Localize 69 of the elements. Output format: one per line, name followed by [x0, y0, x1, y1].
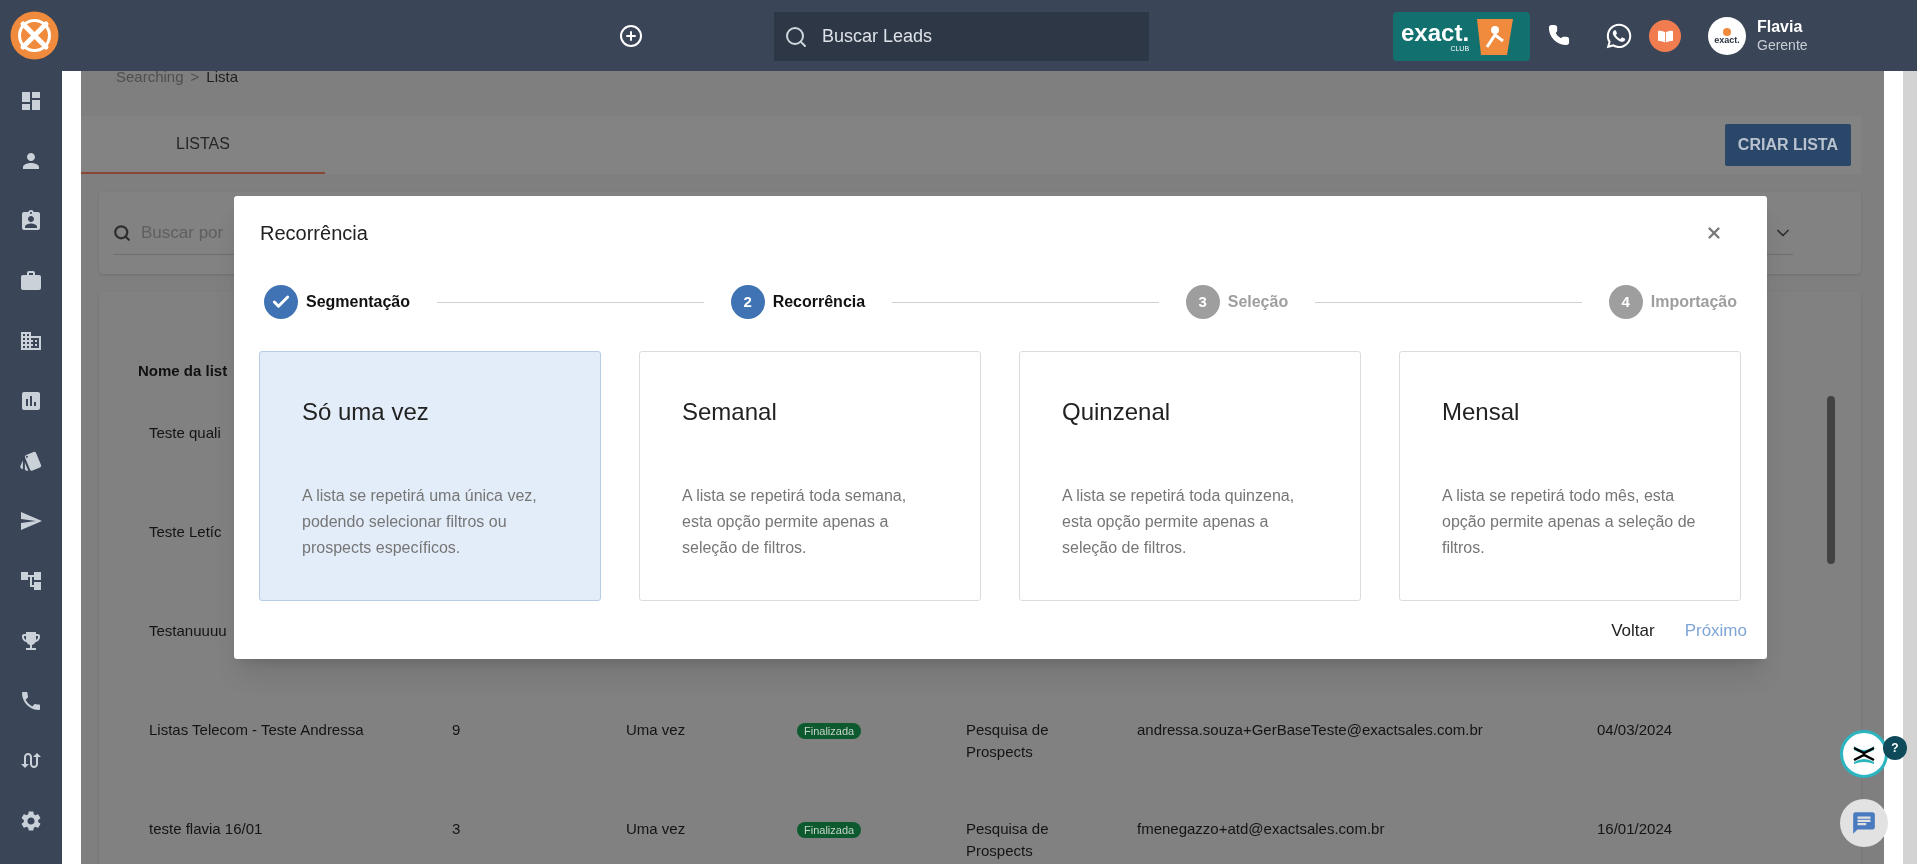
phone-icon[interactable]	[19, 689, 43, 713]
status-badge: Finalizada	[797, 822, 862, 838]
search-icon	[113, 223, 131, 242]
table-cell: teste flavia 16/01	[149, 820, 263, 837]
step-label: Importação	[1650, 292, 1737, 312]
tab[interactable]: LISTAS	[81, 116, 325, 174]
club-brand: exact.	[1401, 21, 1470, 45]
step-label: Segmentação	[306, 292, 411, 312]
option-card[interactable]: Semanal A lista se repetirá toda semana, esta opção permite apenas a seleção de filtros.	[639, 351, 981, 601]
send-icon[interactable]	[19, 509, 43, 533]
table-cell: Testanuuuu	[149, 622, 227, 639]
settings-icon[interactable]	[19, 809, 43, 833]
dialog-title: Recorrência	[260, 221, 368, 245]
back-button[interactable]: Voltar	[1611, 618, 1655, 644]
close-icon[interactable]	[1705, 224, 1723, 242]
add-icon[interactable]	[619, 24, 643, 48]
step-label: Seleção	[1227, 292, 1289, 312]
briefcase-icon[interactable]	[19, 269, 43, 293]
option-card[interactable]: Mensal A lista se repetirá todo mês, esta opção permite apenas a seleção de filtros.	[1399, 351, 1741, 601]
option-description: A lista se repetirá todo mês, esta opção permite apenas a seleção de filtros.	[1442, 486, 1697, 558]
user-role: Gerente	[1757, 37, 1808, 55]
table-cell: 9	[452, 721, 461, 738]
table-cell-text: Pesquisa de Prospects	[966, 720, 1050, 762]
option-card[interactable]: Só uma vez A lista se repetirá uma única vez, podendo selecionar filtros ou prospects específicos.	[259, 351, 601, 601]
tags-icon[interactable]	[19, 449, 43, 473]
search-input[interactable]: Buscar Leads	[822, 23, 1122, 50]
user-avatar[interactable]: exact.	[1708, 17, 1746, 55]
logo-icon[interactable]	[10, 11, 59, 60]
contact-card-icon[interactable]	[19, 209, 43, 233]
phone-icon[interactable]	[1548, 24, 1570, 46]
search-field[interactable]: Buscar Leads	[774, 12, 1149, 61]
option-title: Só uma vez	[302, 397, 430, 427]
table-cell-text: Pesquisa de Prospects	[966, 819, 1050, 861]
table-cell: 3	[452, 820, 461, 837]
dashboard-icon[interactable]	[19, 89, 43, 113]
option-title: Quinzenal	[1062, 397, 1172, 427]
bar-chart-icon[interactable]	[19, 389, 43, 413]
column-header: Nome da list	[138, 362, 228, 379]
option-card[interactable]: Quinzenal A lista se repetirá toda quinzena, esta opção permite apenas a seleção de filtros.	[1019, 351, 1361, 601]
trophy-icon[interactable]	[19, 629, 43, 653]
table-cell: 04/03/2024	[1597, 721, 1673, 738]
hierarchy-icon[interactable]	[19, 569, 43, 593]
table-cell: Teste quali	[149, 424, 221, 441]
avatar-logo-text: exact.	[1714, 35, 1740, 45]
table-cell: fmenegazzo+atd@exactsales.com.br	[1137, 820, 1385, 837]
step-label: Recorrência	[772, 292, 866, 312]
search-icon	[784, 24, 808, 49]
building-icon[interactable]	[19, 329, 43, 353]
option-description: A lista se repetirá toda semana, esta opção permite apenas a seleção de filtros.	[682, 486, 908, 558]
table-cell: Listas Telecom - Teste Andressa	[149, 721, 364, 738]
chat-icon	[1851, 810, 1877, 836]
option-description: A lista se repetirá uma única vez, podendo selecionar filtros ou prospects específicos.	[302, 486, 538, 558]
table-cell: Teste Letíc	[149, 523, 222, 540]
user-name: Flavia	[1757, 17, 1804, 37]
table-cell: Uma vez	[626, 820, 686, 837]
book-button[interactable]	[1649, 20, 1681, 52]
breadcrumb-current: Lista	[206, 70, 238, 84]
breadcrumb-separator: >	[190, 70, 200, 84]
whatsapp-icon[interactable]	[1605, 22, 1633, 50]
option-description: A lista se repetirá toda quinzena, esta opção permite apenas a seleção de filtros.	[1062, 486, 1296, 558]
option-title: Mensal	[1442, 397, 1521, 427]
table-cell: andressa.souza+GerBaseTeste@exactsales.com.br	[1137, 721, 1483, 738]
table-cell: Uma vez	[626, 721, 686, 738]
table-cell: 16/01/2024	[1597, 820, 1673, 837]
book-icon	[1657, 28, 1673, 44]
status-badge: Finalizada	[797, 723, 862, 739]
option-title: Semanal	[682, 397, 778, 427]
create-list-button[interactable]: CRIAR LISTA	[1724, 124, 1851, 166]
scrollbar-thumb[interactable]	[1827, 396, 1835, 564]
